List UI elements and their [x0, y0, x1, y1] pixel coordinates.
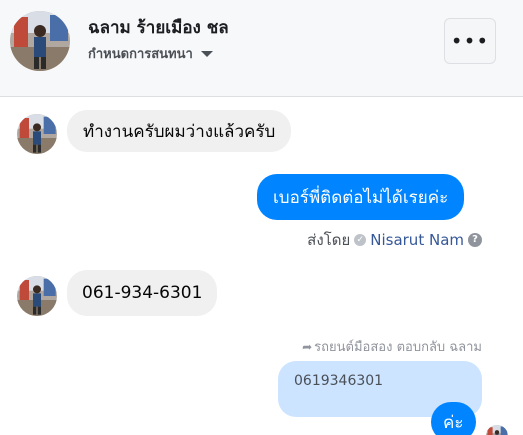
- outgoing-message-bubble[interactable]: ค่ะ: [431, 402, 476, 435]
- message-text: ค่ะ: [443, 412, 464, 433]
- message-avatar: [17, 276, 57, 316]
- incoming-message-bubble[interactable]: 061-934-6301: [67, 270, 218, 316]
- message-text: ทำงานครับผมว่างแล้วครับ: [83, 121, 276, 142]
- conversation-schedule-dropdown[interactable]: กำหนดการสนทนา: [88, 43, 213, 64]
- sender-name-link[interactable]: Nisarut Nam: [370, 231, 464, 249]
- reply-icon: ➦: [302, 339, 313, 354]
- more-options-button[interactable]: •••: [444, 18, 496, 64]
- seen-avatar: [486, 425, 508, 435]
- reply-note-text: รถยนต์มือสอง ตอบกลับ ฉลาม: [314, 340, 482, 355]
- check-icon: ✓: [354, 234, 367, 246]
- contact-name[interactable]: ฉลาม ร้ายเมือง ชล: [88, 14, 229, 41]
- reply-context-note: ➦ รถยนต์มือสอง ตอบกลับ ฉลาม: [302, 336, 482, 357]
- caret-down-icon: [200, 50, 213, 57]
- contact-avatar[interactable]: [10, 11, 70, 71]
- help-icon[interactable]: ?: [468, 233, 482, 247]
- conversation-header: ฉลาม ร้ายเมือง ชล กำหนดการสนทนา •••: [0, 0, 523, 97]
- conversation-schedule-label: กำหนดการสนทนา: [88, 47, 193, 62]
- message-avatar: [17, 114, 57, 154]
- outgoing-message-bubble[interactable]: เบอร์พี่ติดต่อไม่ได้เรยค่ะ: [257, 174, 465, 220]
- sent-by-prefix: ส่งโดย: [307, 231, 351, 249]
- more-options-icon: •••: [450, 29, 490, 53]
- message-text: 061-934-6301: [82, 283, 203, 303]
- quoted-message-text: 0619346301: [294, 373, 384, 389]
- message-text: เบอร์พี่ติดต่อไม่ได้เรยค่ะ: [273, 187, 449, 208]
- incoming-message-bubble[interactable]: ทำงานครับผมว่างแล้วครับ: [67, 110, 292, 152]
- sent-by-info: ส่งโดย ✓ Nisarut Nam ?: [307, 228, 482, 252]
